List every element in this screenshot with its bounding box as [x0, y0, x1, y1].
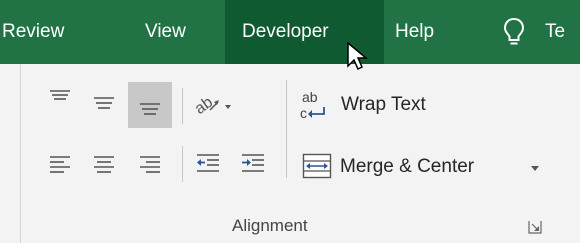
orientation-icon[interactable]: ab: [192, 88, 232, 118]
lightbulb-icon[interactable]: [502, 17, 526, 47]
tab-help[interactable]: Help: [395, 0, 434, 64]
mouse-cursor-icon: [347, 42, 369, 71]
bottom-align-icon[interactable]: [138, 98, 162, 118]
group-separator: [20, 64, 21, 243]
align-right-icon[interactable]: [138, 154, 162, 174]
increase-indent-icon[interactable]: [240, 152, 266, 176]
decrease-indent-icon[interactable]: [195, 152, 221, 176]
svg-text:ab: ab: [192, 94, 216, 118]
tab-view[interactable]: View: [145, 0, 186, 64]
align-left-icon[interactable]: [48, 154, 72, 174]
merge-center-icon[interactable]: [302, 153, 332, 179]
chevron-down-icon[interactable]: [530, 165, 540, 173]
dialog-launcher-icon[interactable]: [528, 220, 542, 234]
separator: [286, 80, 287, 178]
wrap-text-icon[interactable]: ab c: [298, 88, 334, 122]
separator: [182, 88, 183, 124]
tab-review[interactable]: Review: [0, 0, 122, 64]
top-align-icon[interactable]: [48, 88, 72, 108]
center-align-icon[interactable]: [92, 154, 116, 174]
svg-text:ab: ab: [302, 89, 318, 105]
merge-center-button[interactable]: Merge & Center: [340, 156, 474, 178]
svg-text:c: c: [300, 105, 307, 121]
middle-align-icon[interactable]: [92, 94, 116, 114]
alignment-group-label: Alignment: [232, 216, 308, 235]
separator: [182, 146, 183, 182]
ribbon-tab-bar: Review View Developer Help Te: [0, 0, 580, 64]
tab-tell-me[interactable]: Te: [545, 0, 565, 64]
wrap-text-button[interactable]: Wrap Text: [341, 94, 426, 116]
